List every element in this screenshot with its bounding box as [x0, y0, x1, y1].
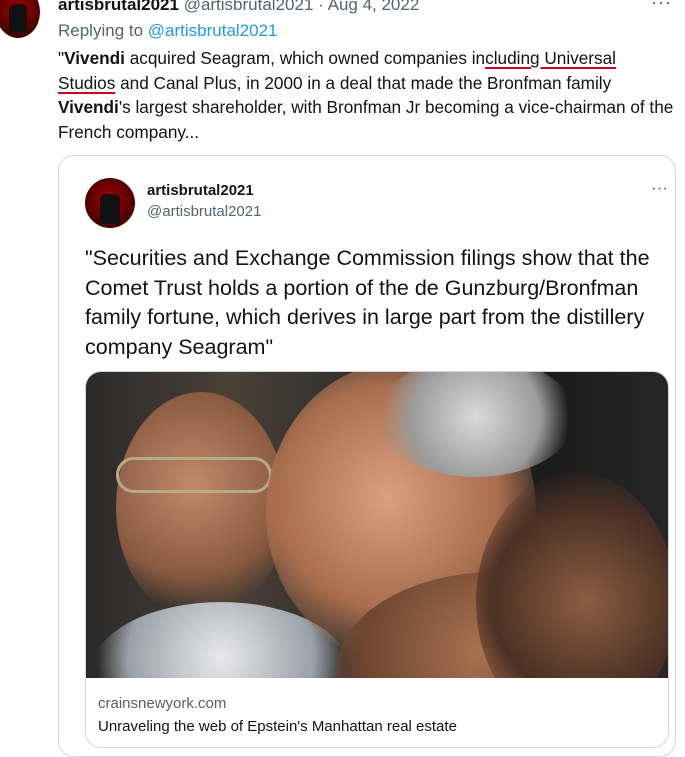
quoted-author-name[interactable]: artisbrutal2021: [147, 182, 254, 199]
tweet-text-part-2: and Canal Plus, in 2000 in a deal that m…: [115, 72, 612, 93]
author-avatar[interactable]: [0, 0, 40, 38]
quoted-tweet-text: "Securities and Exchange Commission fili…: [85, 246, 650, 359]
avatar-figure: [100, 194, 120, 224]
tweet-text: "Vivendi acquired Seagram, which owned c…: [58, 46, 678, 144]
link-title[interactable]: Unraveling the web of Epstein's Manhatta…: [98, 718, 457, 735]
replying-to-link[interactable]: @artisbrutal2021: [148, 21, 278, 40]
quoted-author-avatar[interactable]: [85, 178, 135, 228]
quoted-tweet-card[interactable]: artisbrutal2021 @artisbrutal2021 ··· "Se…: [58, 155, 676, 757]
tweet-header: artisbrutal2021 @artisbrutal2021 · Aug 4…: [58, 0, 419, 16]
link-preview-card[interactable]: crainsnewyork.com Unraveling the web of …: [85, 371, 669, 748]
replying-to-label: Replying to: [58, 21, 148, 40]
quoted-author-handle[interactable]: @artisbrutal2021: [147, 203, 261, 220]
quoted-more-options-icon[interactable]: ···: [651, 178, 668, 198]
link-preview-image: [86, 372, 668, 678]
bold-vivendi-2: Vivendi: [58, 97, 119, 117]
tweet-text-part-1: acquired Seagram, which owned companies …: [124, 48, 486, 68]
avatar-figure: [9, 4, 27, 32]
more-options-icon[interactable]: ···: [651, 0, 672, 13]
tweet-date[interactable]: Aug 4, 2022: [328, 0, 420, 14]
author-handle[interactable]: @artisbrutal2021: [184, 0, 314, 14]
bold-vivendi-1: Vivendi: [64, 48, 125, 68]
link-domain[interactable]: crainsnewyork.com: [98, 695, 226, 712]
replying-to-line: Replying to @artisbrutal2021: [58, 20, 278, 42]
tweet-text-part-3: 's largest shareholder, with Bronfman Jr…: [58, 97, 674, 142]
author-name[interactable]: artisbrutal2021: [58, 0, 179, 14]
header-separator: ·: [318, 0, 324, 14]
